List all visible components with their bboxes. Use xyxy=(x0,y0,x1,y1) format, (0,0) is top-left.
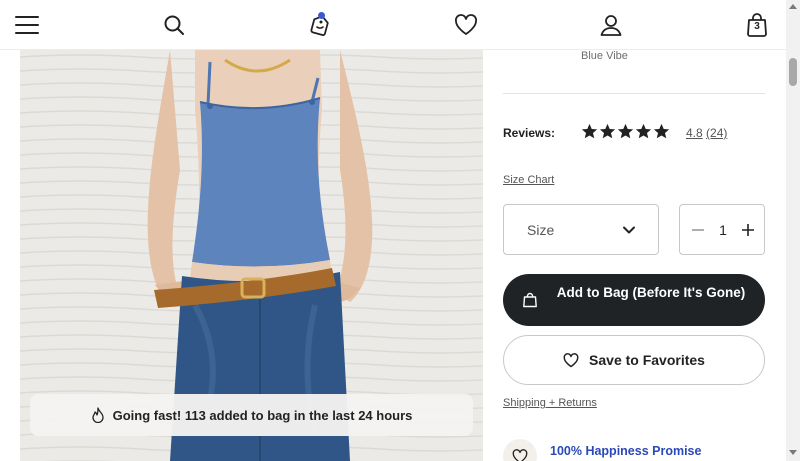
scroll-down-arrow-icon[interactable] xyxy=(789,450,797,455)
promo-banner: Going fast! 113 added to bag in the last… xyxy=(30,394,473,436)
star-icon xyxy=(599,123,616,139)
star-icon xyxy=(653,123,670,139)
quantity-value[interactable]: 1 xyxy=(714,222,732,238)
tag-icon[interactable] xyxy=(305,10,335,40)
page-scrollbar[interactable] xyxy=(786,0,800,461)
rating-summary[interactable]: 4.8 (24) xyxy=(686,126,727,140)
save-to-favorites-button[interactable]: Save to Favorites xyxy=(503,335,765,385)
scrollbar-thumb[interactable] xyxy=(789,58,797,86)
promise-badge xyxy=(503,439,537,461)
add-to-bag-label: Add to Bag (Before It's Gone) xyxy=(556,285,746,300)
promo-text: Going fast! 113 added to bag in the last… xyxy=(112,407,413,423)
notification-dot xyxy=(318,12,325,19)
heart-icon xyxy=(563,352,579,367)
minus-icon[interactable] xyxy=(690,222,706,238)
heart-icon[interactable] xyxy=(451,10,481,40)
reviews-label: Reviews: xyxy=(503,126,556,140)
selected-color-name: Blue Vibe xyxy=(581,50,628,62)
bag-count-badge: 3 xyxy=(754,21,760,32)
chevron-down-icon xyxy=(623,226,635,234)
bag-icon[interactable]: 3 xyxy=(742,10,772,40)
shipping-returns-link[interactable]: Shipping + Returns xyxy=(503,397,597,409)
menu-icon[interactable] xyxy=(12,10,42,40)
search-icon[interactable] xyxy=(159,10,189,40)
scroll-up-arrow-icon[interactable] xyxy=(789,4,797,9)
size-chart-link[interactable]: Size Chart xyxy=(503,174,554,186)
bag-icon xyxy=(523,292,537,308)
add-to-bag-button[interactable]: Add to Bag (Before It's Gone) xyxy=(503,274,765,326)
quantity-stepper: 1 xyxy=(679,204,765,255)
size-select[interactable]: Size xyxy=(503,204,659,255)
happiness-promise-link[interactable]: 100% Happiness Promise xyxy=(550,444,701,458)
star-icon xyxy=(617,123,634,139)
top-navigation-bar: 3 xyxy=(0,0,786,50)
rating-count[interactable]: (24) xyxy=(706,126,727,140)
heart-icon xyxy=(512,448,528,461)
divider xyxy=(503,93,765,94)
save-to-favorites-label: Save to Favorites xyxy=(589,352,705,368)
rating-value[interactable]: 4.8 xyxy=(686,126,703,140)
star-icon xyxy=(635,123,652,139)
plus-icon[interactable] xyxy=(740,222,756,238)
flame-icon xyxy=(91,407,104,423)
account-icon[interactable] xyxy=(596,10,626,40)
size-select-value: Size xyxy=(527,221,555,238)
product-image[interactable]: Going fast! 113 added to bag in the last… xyxy=(20,50,483,461)
star-rating[interactable] xyxy=(581,123,670,140)
star-icon xyxy=(581,123,598,139)
